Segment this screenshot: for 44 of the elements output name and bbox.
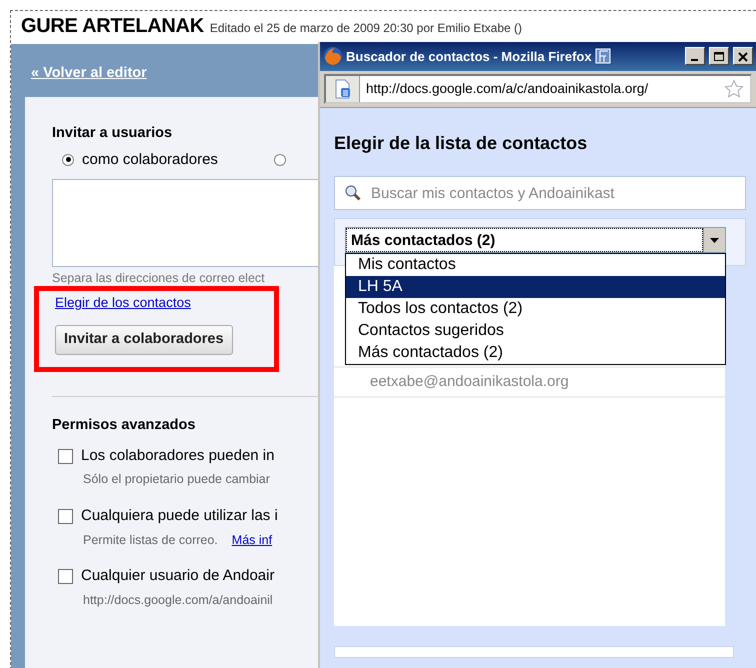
checkbox[interactable] bbox=[58, 448, 73, 464]
close-icon bbox=[738, 52, 748, 62]
page-icon bbox=[334, 78, 352, 99]
choose-contacts-link[interactable]: Elegir de los contactos bbox=[55, 293, 191, 314]
radio-label: como colaboradores bbox=[82, 150, 218, 170]
option-label: Cualquier usuario de Andoair bbox=[81, 566, 274, 586]
more-info-link[interactable]: Más inf bbox=[232, 532, 272, 546]
dropdown-option[interactable]: LH 5A bbox=[346, 276, 725, 298]
hint-text: Separa las direcciones de correo elect bbox=[52, 271, 266, 286]
option-note: Sólo el propietario puede cambiar bbox=[83, 472, 270, 486]
star-icon[interactable] bbox=[724, 78, 744, 99]
radio-button[interactable] bbox=[62, 154, 74, 166]
option-note: Permite listas de correo. bbox=[83, 532, 218, 546]
list-dropdown[interactable]: Más contactados (2) bbox=[345, 227, 726, 253]
dialog-heading: Elegir de la lista de contactos bbox=[334, 132, 588, 155]
invite-button[interactable]: Invitar a colaboradores bbox=[55, 325, 233, 355]
browser-logo-icon bbox=[323, 46, 343, 66]
checkbox[interactable] bbox=[58, 569, 73, 584]
option-label: Los colaboradores pueden in bbox=[81, 446, 274, 466]
address-bar[interactable]: http://docs.google.com/a/c/andoainikastola.org/ bbox=[324, 74, 752, 104]
caret-icon bbox=[710, 238, 719, 242]
maximize-button[interactable] bbox=[709, 47, 729, 66]
dropdown-option[interactable]: Mis contactos bbox=[346, 254, 725, 276]
radio-button[interactable] bbox=[274, 154, 286, 166]
document-title: GURE ARTELANAK bbox=[21, 14, 204, 38]
option-label: Cualquiera puede utilizar las i bbox=[81, 506, 278, 526]
minimize-icon bbox=[691, 58, 698, 61]
edit-info: Editado el 25 de marzo de 2009 20:30 por Emilio Etxabe () bbox=[210, 20, 522, 36]
window-title: Buscador de contactos - Mozilla Firefox bbox=[346, 48, 592, 66]
search-field[interactable]: Buscar mis contactos y Andoainikast bbox=[334, 176, 746, 210]
url-text: http://docs.google.com/a/c/andoainikastola.org/ bbox=[366, 80, 650, 98]
option-note: http://docs.google.com/a/andoainil bbox=[83, 592, 273, 607]
section-heading: Permisos avanzados bbox=[52, 416, 196, 435]
close-button[interactable] bbox=[733, 47, 753, 66]
contact-email[interactable]: eetxabe@andoainikastola.org bbox=[334, 368, 725, 398]
maximize-icon bbox=[714, 52, 724, 61]
dropdown-option[interactable]: Contactos sugeridos bbox=[346, 320, 725, 342]
email-input[interactable] bbox=[52, 179, 319, 267]
minimize-button[interactable] bbox=[685, 47, 705, 66]
dropdown-option[interactable]: Todos los contactos (2) bbox=[346, 298, 725, 320]
section-heading: Invitar a usuarios bbox=[52, 124, 174, 143]
checkbox[interactable] bbox=[58, 508, 73, 524]
window-icon bbox=[594, 48, 611, 64]
dropdown-option[interactable]: Más contactados (2) bbox=[346, 342, 725, 364]
